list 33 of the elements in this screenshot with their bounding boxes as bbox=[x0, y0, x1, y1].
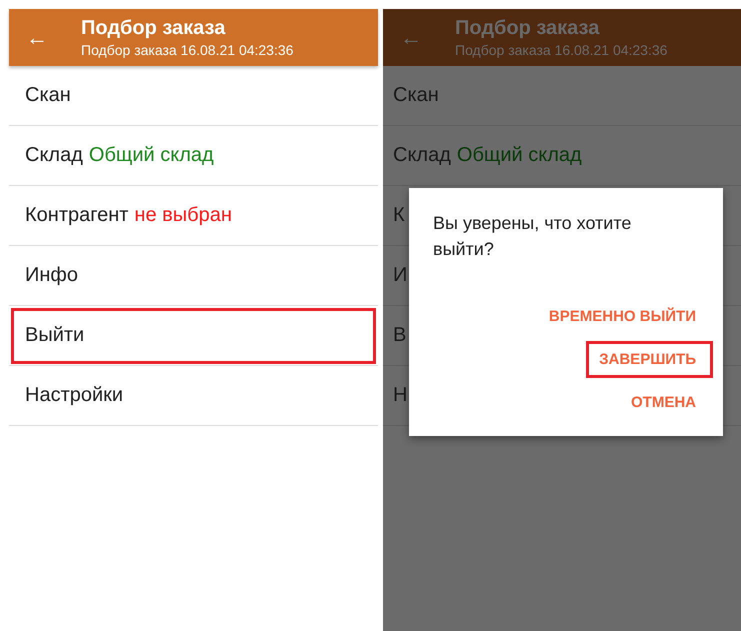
menu-item[interactable]: Контрагент не выбран bbox=[9, 186, 378, 246]
menu-label: Инфо bbox=[25, 264, 78, 287]
menu-label: Выйти bbox=[25, 324, 84, 347]
dialog-button[interactable]: ВРЕМЕННО ВЫЙТИ bbox=[536, 298, 709, 335]
menu-label: В bbox=[393, 324, 406, 347]
menu-label: И bbox=[393, 264, 408, 287]
back-button[interactable]: ← bbox=[383, 24, 439, 50]
screen-title: Подбор заказа bbox=[455, 17, 600, 40]
back-button[interactable]: ← bbox=[9, 24, 65, 50]
menu-item[interactable]: Инфо bbox=[9, 246, 378, 306]
dialog-button[interactable]: ОТМЕНА bbox=[618, 384, 709, 421]
menu-label: Настройки bbox=[25, 384, 124, 407]
screen-subtitle: Подбор заказа 16.08.21 04:23:36 bbox=[455, 42, 668, 58]
menu-value: Общий склад bbox=[456, 144, 582, 167]
menu-item[interactable]: Выйти bbox=[9, 306, 378, 366]
menu-item[interactable]: Склад Общий склад bbox=[383, 126, 741, 186]
menu-label: Склад bbox=[393, 144, 451, 167]
menu-item[interactable]: Склад Общий склад bbox=[9, 126, 378, 186]
dialog-button[interactable]: ЗАВЕРШИТЬ bbox=[586, 341, 713, 378]
screen-subtitle: Подбор заказа 16.08.21 04:23:36 bbox=[81, 42, 294, 58]
menu-value: не выбран bbox=[134, 204, 232, 227]
menu-label: Скан bbox=[25, 84, 71, 107]
menu-label: К bbox=[393, 204, 405, 227]
menu-label: Склад bbox=[25, 144, 83, 167]
menu-label: Скан bbox=[393, 84, 439, 107]
screen-title: Подбор заказа bbox=[81, 17, 226, 40]
menu-label: Н bbox=[393, 384, 408, 407]
dialog-message: Вы уверены, что хотите выйти? bbox=[433, 212, 632, 261]
menu-label: Контрагент bbox=[25, 204, 128, 227]
menu-item[interactable]: Скан bbox=[383, 66, 741, 126]
menu-value: Общий склад bbox=[88, 144, 214, 167]
menu-item[interactable]: Настройки bbox=[9, 366, 378, 426]
menu-item[interactable]: Скан bbox=[9, 66, 378, 126]
